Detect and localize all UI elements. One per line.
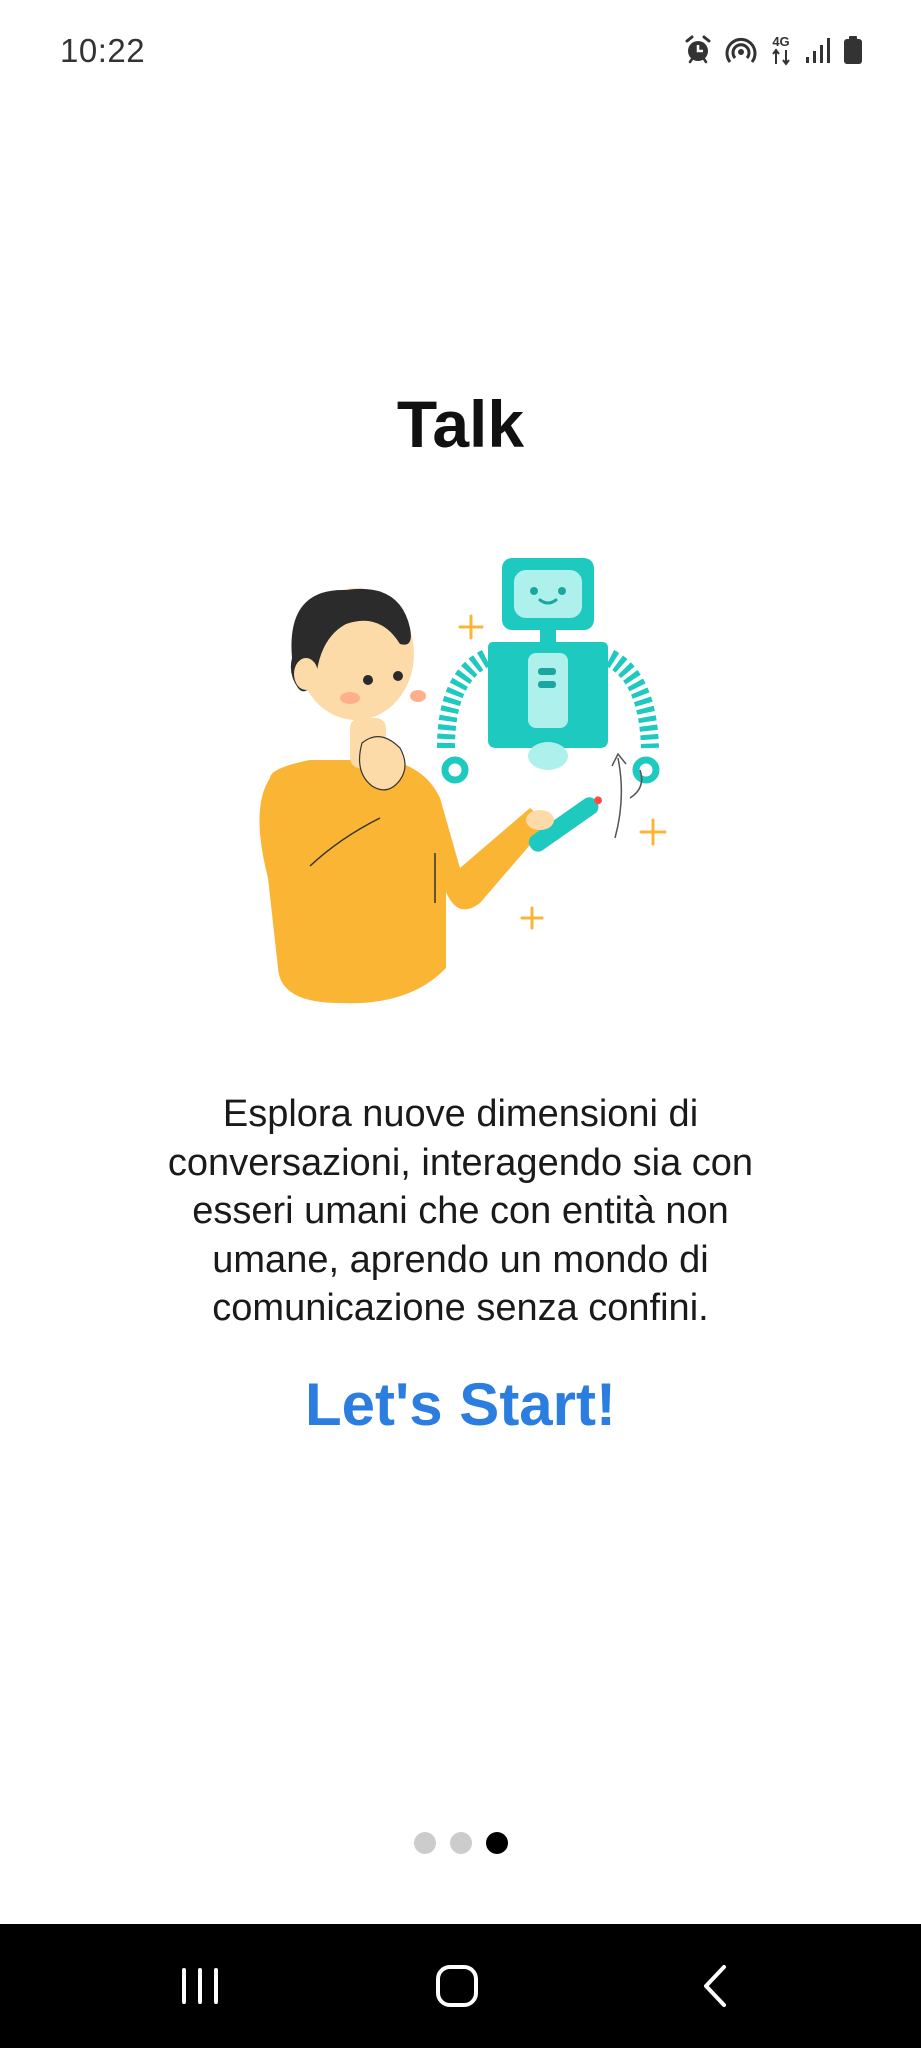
- back-icon: [704, 1965, 726, 2007]
- page-dot-2[interactable]: [449, 1832, 472, 1854]
- network-label: 4G: [772, 34, 789, 49]
- home-button[interactable]: [397, 1924, 517, 2048]
- recent-apps-button[interactable]: [140, 1924, 260, 2048]
- hotspot-icon: [725, 35, 757, 65]
- status-bar: 10:22 4G: [0, 0, 921, 104]
- network-4g-icon: 4G: [769, 34, 793, 66]
- person-and-robot-illustration: [250, 548, 680, 1018]
- onboarding-title: Talk: [396, 387, 525, 461]
- back-button[interactable]: [655, 1924, 775, 2048]
- robot: [437, 558, 660, 839]
- page-dot-3[interactable]: [485, 1832, 508, 1854]
- alarm-icon: [683, 35, 713, 65]
- recent-apps-icon: [182, 1968, 218, 2004]
- battery-icon: [843, 35, 863, 65]
- start-button[interactable]: Let's Start!: [260, 1365, 661, 1445]
- status-time: 10:22: [60, 32, 146, 69]
- onboarding-description: Esplora nuove dimensioni di conversazion…: [167, 1093, 754, 1329]
- status-icons: 4G: [683, 34, 863, 66]
- page-indicator: [0, 1832, 921, 1854]
- signal-icon: [805, 36, 831, 64]
- navigation-bar: [0, 1924, 921, 2048]
- page-dot-1[interactable]: [413, 1832, 436, 1854]
- home-icon: [436, 1965, 478, 2007]
